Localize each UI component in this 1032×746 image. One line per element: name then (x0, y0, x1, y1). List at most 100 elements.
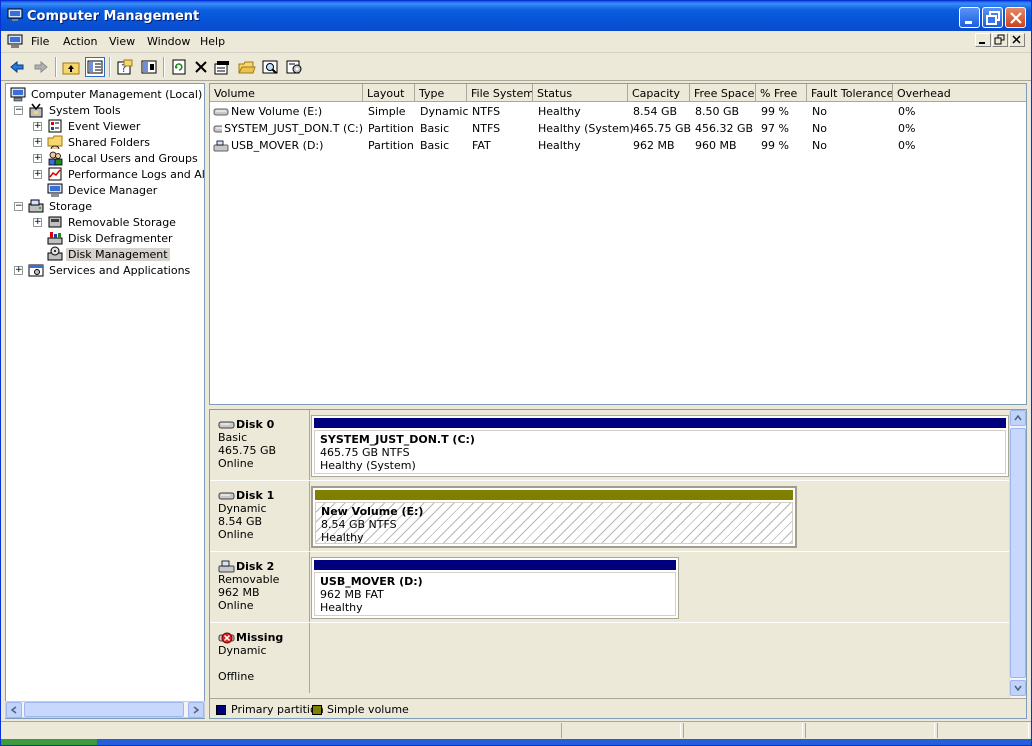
partition-c[interactable]: SYSTEM_JUST_DON.T (C:) 465.75 GB NTFS He… (311, 415, 1009, 477)
partition-e[interactable]: New Volume (E:) 8.54 GB NTFS Healthy (311, 486, 797, 548)
expander-shared-folders[interactable]: + (33, 138, 42, 147)
tree-item-computer-management[interactable]: Computer Management (Local) (10, 86, 204, 102)
column-layout[interactable]: Layout (363, 84, 415, 102)
mdi-minimize-button[interactable] (975, 33, 991, 47)
column-capacity[interactable]: Capacity (628, 84, 690, 102)
expander-performance-logs[interactable]: + (33, 170, 42, 179)
chevron-left-icon (10, 706, 17, 714)
type-cell: Dynamic (420, 105, 469, 118)
search-icon[interactable] (261, 57, 281, 77)
free-space-cell: 960 MB (695, 139, 737, 152)
menu-view[interactable]: View (109, 35, 135, 48)
table-row[interactable]: USB_MOVER (D:) Partition Basic FAT Healt… (210, 137, 1026, 154)
settings-icon[interactable] (285, 57, 305, 77)
disk-info[interactable]: Disk 1 Dynamic 8.54 GB Online (210, 481, 310, 551)
tree-item-event-viewer[interactable]: Event Viewer (47, 118, 142, 134)
column-file-system[interactable]: File System (467, 84, 533, 102)
disk-defragmenter-icon (47, 232, 63, 245)
hard-disk-icon (218, 421, 235, 429)
column-status[interactable]: Status (533, 84, 628, 102)
mdi-close-button[interactable] (1009, 33, 1025, 47)
open-folder-icon[interactable] (237, 57, 257, 77)
tree-item-disk-management[interactable]: Disk Management (47, 246, 170, 262)
tree-item-local-users[interactable]: Local Users and Groups (47, 150, 200, 166)
disk-row-missing[interactable]: Missing Dynamic Offline (210, 623, 1010, 694)
legend-label: Primary partition (231, 703, 324, 716)
tree-item-device-manager[interactable]: Device Manager (47, 182, 159, 198)
title-bar[interactable]: Computer Management (1, 1, 1031, 31)
refresh-icon[interactable] (169, 57, 189, 77)
expander-services-apps[interactable]: + (14, 266, 23, 275)
partition-d[interactable]: USB_MOVER (D:) 962 MB FAT Healthy (311, 557, 679, 619)
disk-type: Removable (218, 573, 280, 586)
tree-item-services-applications[interactable]: Services and Applications (28, 262, 192, 278)
scroll-down-button[interactable] (1010, 680, 1026, 696)
performance-logs-icon (48, 167, 62, 181)
tree-item-system-tools[interactable]: System Tools (28, 102, 123, 118)
tree-scroll-thumb[interactable] (24, 702, 184, 717)
delete-icon[interactable] (191, 57, 211, 77)
disk-info[interactable]: Disk 2 Removable 962 MB Online (210, 552, 310, 622)
start-button-edge[interactable] (1, 739, 97, 745)
scroll-left-button[interactable] (6, 702, 22, 718)
forward-arrow-icon[interactable] (31, 57, 51, 77)
menu-help[interactable]: Help (200, 35, 225, 48)
expander-event-viewer[interactable]: + (33, 122, 42, 131)
partition-name: SYSTEM_JUST_DON.T (C:) (320, 433, 475, 446)
column-fault-tolerance[interactable]: Fault Tolerance (807, 84, 893, 102)
menu-file[interactable]: File (31, 35, 49, 48)
expander-removable-storage[interactable]: + (33, 218, 42, 227)
disk-info[interactable]: Missing Dynamic Offline (210, 623, 310, 693)
status-pane (561, 723, 681, 738)
layout-cell: Partition (368, 122, 414, 135)
tree-item-disk-defragmenter[interactable]: Disk Defragmenter (47, 230, 175, 246)
overhead-cell: 0% (898, 139, 916, 152)
menu-action[interactable]: Action (63, 35, 97, 48)
table-row[interactable]: SYSTEM_JUST_DON.T (C:) Partition Basic N… (210, 120, 1026, 137)
mmc-document-icon[interactable] (7, 34, 23, 49)
expander-local-users[interactable]: + (33, 154, 42, 163)
show-hide-tree-icon[interactable] (85, 57, 105, 77)
volume-name: SYSTEM_JUST_DON.T (C:) (224, 122, 363, 135)
up-folder-icon[interactable] (61, 57, 81, 77)
disk-info[interactable]: Disk 0 Basic 465.75 GB Online (210, 410, 310, 480)
type-cell: Basic (420, 122, 450, 135)
column-free-space[interactable]: Free Space (690, 84, 756, 102)
help-icon[interactable] (139, 57, 159, 77)
column-percent-free[interactable]: % Free (756, 84, 807, 102)
mdi-restore-button[interactable] (992, 33, 1008, 47)
disk-row-0[interactable]: Disk 0 Basic 465.75 GB Online SYSTEM_JUS… (210, 410, 1010, 481)
close-icon (1012, 35, 1021, 44)
tree-item-removable-storage[interactable]: Removable Storage (47, 214, 178, 230)
minimize-button[interactable] (959, 7, 980, 28)
properties-icon[interactable]: ? (115, 57, 135, 77)
disk-view-vertical-scrollbar[interactable] (1009, 410, 1026, 698)
chevron-up-icon (1014, 414, 1022, 421)
disk-graphical-view: Disk 0 Basic 465.75 GB Online SYSTEM_JUS… (209, 409, 1027, 719)
expander-storage[interactable]: − (14, 202, 23, 211)
users-icon (48, 151, 63, 166)
tree-item-storage[interactable]: Storage (28, 198, 94, 214)
disk-row-1[interactable]: Disk 1 Dynamic 8.54 GB Online New Volume… (210, 481, 1010, 552)
layout-cell: Simple (368, 105, 406, 118)
disk-view-scroll-thumb[interactable] (1010, 428, 1026, 678)
toolbar-separator (55, 57, 57, 77)
properties-sheet-icon[interactable] (213, 57, 233, 77)
close-button[interactable] (1005, 7, 1026, 28)
back-arrow-icon[interactable] (7, 57, 27, 77)
column-volume[interactable]: Volume (210, 84, 363, 102)
scroll-up-button[interactable] (1010, 410, 1026, 426)
partition-body: New Volume (E:) 8.54 GB NTFS Healthy (315, 502, 793, 544)
disk-row-2[interactable]: Disk 2 Removable 962 MB Online USB_MOVER… (210, 552, 1010, 623)
table-row[interactable]: New Volume (E:) Simple Dynamic NTFS Heal… (210, 103, 1026, 120)
column-type[interactable]: Type (415, 84, 467, 102)
restore-button[interactable] (982, 7, 1003, 28)
minimize-icon (965, 21, 972, 24)
menu-window[interactable]: Window (147, 35, 190, 48)
expander-system-tools[interactable]: − (14, 106, 23, 115)
tree-horizontal-scrollbar[interactable] (5, 701, 205, 718)
scroll-right-button[interactable] (188, 702, 204, 718)
column-overhead[interactable]: Overhead (893, 84, 1026, 102)
tree-item-shared-folders[interactable]: Shared Folders (47, 134, 152, 150)
tree-item-performance-logs[interactable]: Performance Logs and Alerts (47, 166, 204, 182)
